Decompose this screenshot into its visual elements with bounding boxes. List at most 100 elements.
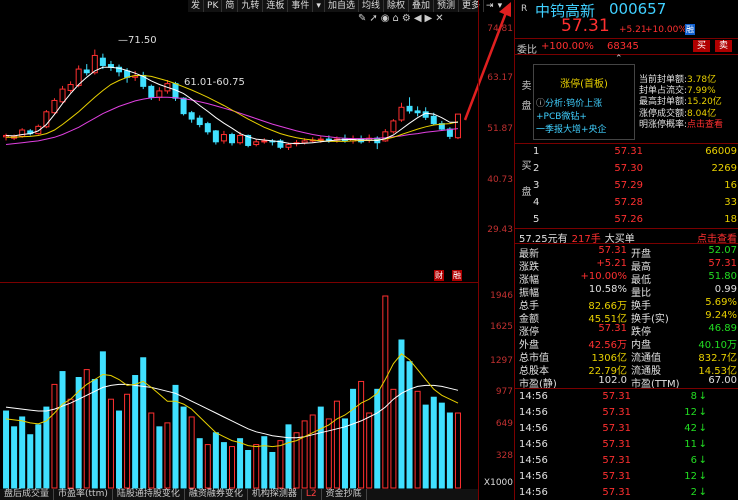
volume-bar [11,426,18,489]
bid-row[interactable]: 4 57.28 33 [533,197,737,210]
quote-label: 换手 [631,301,651,312]
bid-row[interactable]: 2 57.30 2269 [533,163,737,176]
volume-tick: 1297 [490,356,513,366]
bid-row[interactable]: 1 57.31 66009 [533,146,737,159]
tab-l2-badge[interactable]: L2 [302,489,322,500]
gear-icon[interactable]: ⚙ [402,13,411,24]
close-icon[interactable]: ✕ [435,13,443,24]
tab-bottom-fishing[interactable]: 资金抄底 [322,489,367,500]
tab-volume[interactable]: 盘后成交量 [0,489,55,500]
event-marker-icon[interactable]: 融 [452,270,462,281]
volume-bar [366,412,373,489]
tick-row: 14:56 57.31 12 ↓ [519,471,737,484]
sell-button[interactable]: 卖 [715,40,733,52]
ask-side-label: 卖盘 [519,80,530,120]
price-tick: 40.73 [487,175,513,185]
volume-bar [140,357,147,489]
candlestick-chart[interactable] [0,0,478,500]
forward-icon[interactable]: ▶ [425,13,433,24]
tick-price: 57.31 [602,423,631,434]
quote-value: +10.00% [580,271,627,282]
tab-margin[interactable]: 融资融券变化 [185,489,248,500]
toolbar-item[interactable]: 连板 [263,0,289,12]
stat-label: 当前封单额: [639,75,688,85]
bid-level: 2 [533,163,540,174]
stock-code: 000657 [609,0,667,18]
tab-northbound[interactable]: 陆股通持股变化 [113,489,185,500]
toolbar-item[interactable]: 加自选 [325,0,359,12]
stat-label: 封单占流交: [639,86,688,97]
quote-label: 总股本 [519,366,549,377]
kline-chart-pane[interactable] [0,0,478,500]
eye-icon[interactable]: ◉ [381,13,390,24]
tick-row: 14:56 57.31 8 ↓ [519,391,737,404]
tick-price: 57.31 [602,407,631,418]
toolbar-item[interactable]: 事件 [288,0,314,12]
quote-value: 46.89 [708,323,737,334]
divider [515,228,738,229]
quote-value: 10.58% [588,284,627,295]
quote-label: 振幅 [519,288,539,299]
quote-row: 最新 57.31 开盘 52.07 [519,245,737,260]
tick-volume: 8 [690,391,697,402]
quote-label: 换手(实) [631,314,669,325]
quote-label: 最高 [631,262,651,273]
candle-body [51,99,58,114]
volume-bar [438,402,445,489]
toolbar-item[interactable]: 简 [222,0,239,12]
price-tick: 74.81 [487,24,513,34]
quote-value: 51.80 [708,271,737,282]
limit-stats: 当前封单额:3.78亿 封单占流交:7.99% 最高封单额:15.20亿 涨停成… [639,75,723,131]
quote-value: 832.7亿 [698,353,737,364]
toolbar-item[interactable]: ▾ [313,0,325,12]
candle-body [180,97,187,115]
quote-value: 22.79亿 [588,366,627,377]
tick-price: 57.31 [602,391,631,402]
toolbar-item[interactable]: 发 [188,0,205,12]
event-marker-icon[interactable]: 财 [434,270,444,281]
quote-label: 总市值 [519,353,549,364]
range-annotation: 61.01-60.75 [184,77,245,88]
analysis-text: 钨价上涨 [566,99,603,109]
candle-body [285,144,292,148]
toolbar-item[interactable]: 叠加 [409,0,435,12]
limit-up-box[interactable]: 涨停(首板) ⓘ分析:钨价上涨 +PCB微钻+ 一季报大增+央企 [533,64,635,140]
volume-bar [454,412,461,489]
quote-value: 5.69% [705,297,737,308]
tick-row: 14:56 57.31 2 ↓ [519,487,737,500]
volume-bar [116,410,123,489]
tab-institution[interactable]: 机构探测器 [248,489,302,500]
collapse-icon[interactable]: ⌃ [615,54,623,64]
quote-label: 最新 [519,249,539,260]
divider [515,38,738,39]
home-icon[interactable]: ⌂ [393,13,399,24]
arrow-icon[interactable]: ➚ [369,13,377,24]
bid-row[interactable]: 5 57.26 18 [533,214,737,227]
quote-row: 金额 45.51亿 换手(实) 9.24% [519,310,737,325]
quote-label: 开盘 [631,249,651,260]
candle-body [67,84,74,91]
toolbar-item[interactable]: 九转 [238,0,264,12]
quote-label: 金额 [519,314,539,325]
buy-button[interactable]: 买 [693,40,711,52]
candle-body [188,112,195,120]
range-value: 61.01-60.75 [184,77,245,88]
quote-value: 42.56万 [588,340,627,351]
tool-icon[interactable]: ✎ [358,13,366,24]
toolbar-item[interactable]: 均线 [359,0,384,12]
candle-body [148,85,155,98]
volume-bar [51,383,58,489]
bid-row[interactable]: 3 57.29 16 [533,180,737,193]
volume-ma-yellow [5,353,459,448]
down-arrow-icon: ↓ [698,439,707,450]
toolbar-item[interactable]: 除权 [384,0,409,12]
probability-link[interactable]: 点击查看 [687,120,723,130]
volume-ma-white [5,383,459,439]
toolbar-item[interactable]: PK [204,0,223,12]
tab-pe-ttm[interactable]: 市盈率(ttm) [54,489,113,500]
volume-bar [374,388,381,489]
volume-bar [204,444,211,489]
price-tick: 63.17 [487,73,513,83]
back-icon[interactable]: ◀ [414,13,422,24]
quote-row: 涨停 57.31 跌停 46.89 [519,323,737,338]
